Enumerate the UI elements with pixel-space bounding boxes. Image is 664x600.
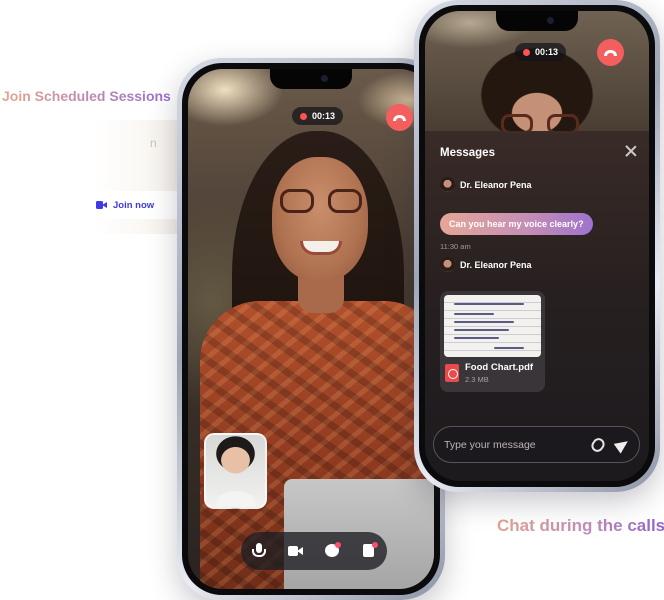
sender-avatar bbox=[440, 177, 455, 192]
message-time: 11:30 am bbox=[440, 242, 471, 251]
pdf-file-icon bbox=[445, 364, 459, 382]
chat-call-phone: 00:13 Messages Dr. Eleanor Pena Can you … bbox=[414, 0, 660, 492]
message-bubble: Can you hear my voice clearly? bbox=[440, 213, 593, 235]
recording-dot-icon bbox=[523, 48, 530, 56]
microphone-icon[interactable] bbox=[249, 541, 269, 561]
close-icon[interactable] bbox=[625, 145, 637, 157]
remote-participant-video bbox=[188, 69, 434, 589]
file-size: 2.3 MB bbox=[465, 375, 489, 384]
call-timer: 00:13 bbox=[515, 43, 567, 61]
video-call-screen: 00:13 bbox=[188, 69, 434, 589]
call-controls bbox=[241, 532, 387, 570]
file-name: Food Chart.pdf bbox=[465, 362, 534, 373]
send-icon[interactable] bbox=[613, 435, 632, 454]
join-now-label: Join now bbox=[113, 199, 155, 211]
notes-icon[interactable] bbox=[359, 541, 379, 561]
messages-panel: Messages Dr. Eleanor Pena Can you hear m… bbox=[425, 131, 649, 481]
call-timer-text: 00:13 bbox=[312, 111, 336, 121]
message-sender: Dr. Eleanor Pena bbox=[440, 257, 532, 272]
video-camera-icon bbox=[96, 201, 107, 209]
file-preview-image bbox=[444, 295, 541, 357]
call-timer-text: 00:13 bbox=[535, 47, 559, 57]
message-composer bbox=[433, 426, 640, 463]
end-call-button[interactable] bbox=[386, 104, 413, 131]
phone-hangup-icon bbox=[393, 114, 406, 121]
phone-hangup-icon bbox=[604, 49, 617, 56]
phone-notch bbox=[496, 11, 578, 31]
video-camera-icon[interactable] bbox=[286, 541, 306, 561]
session-card-text: n bbox=[150, 136, 157, 150]
notes-notification-dot bbox=[371, 542, 378, 548]
chat-icon[interactable] bbox=[322, 541, 342, 561]
call-timer: 00:13 bbox=[292, 107, 344, 125]
message-sender: Dr. Eleanor Pena bbox=[440, 177, 532, 192]
sender-avatar bbox=[440, 257, 455, 272]
chat-during-calls-caption: Chat during the calls bbox=[497, 516, 664, 535]
sender-name: Dr. Eleanor Pena bbox=[460, 259, 532, 270]
recording-dot-icon bbox=[300, 112, 307, 120]
sender-name: Dr. Eleanor Pena bbox=[460, 179, 532, 190]
chat-notification-dot bbox=[335, 542, 342, 548]
file-info: Food Chart.pdf 2.3 MB bbox=[445, 362, 533, 384]
join-scheduled-sessions-caption: Join Scheduled Sessions bbox=[2, 88, 171, 104]
end-call-button[interactable] bbox=[597, 39, 624, 66]
phone-notch bbox=[270, 69, 352, 89]
message-input[interactable] bbox=[444, 438, 592, 451]
self-view-video[interactable] bbox=[204, 433, 267, 509]
chat-call-screen: 00:13 Messages Dr. Eleanor Pena Can you … bbox=[425, 11, 649, 481]
file-attachment[interactable]: Food Chart.pdf 2.3 MB bbox=[440, 291, 545, 392]
video-call-phone: 00:13 bbox=[177, 58, 445, 600]
messages-title: Messages bbox=[440, 147, 495, 159]
